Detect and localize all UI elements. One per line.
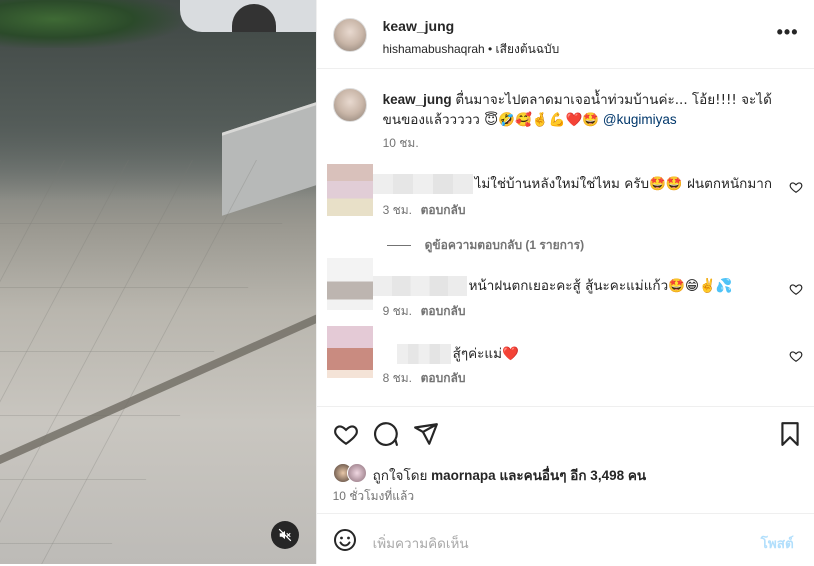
caption-username[interactable]: keaw_jung: [383, 92, 452, 107]
comment-2-text: หน้าฝนตกเยอะคะสู้ สู้นะคะแม่แก้ว🤩😁✌️💦: [468, 278, 733, 294]
comment-avatar[interactable]: [326, 258, 373, 310]
likes-others-count[interactable]: และคนอื่นๆ อีก 3,498 คน: [499, 468, 646, 483]
post-actions-section: ถูกใจโดย maornapa และคนอื่นๆ อีก 3,498 ค…: [316, 406, 814, 566]
author-avatar[interactable]: [332, 18, 367, 52]
caption-avatar[interactable]: [332, 88, 367, 122]
video-frame-plants: [0, 0, 180, 48]
comment-3-like-icon[interactable]: [789, 349, 803, 363]
emoji-icon[interactable]: [333, 528, 357, 552]
instagram-post-modal: keaw_jung hishamabushaqrah • เสียงต้นฉบั…: [0, 0, 814, 564]
comment-icon[interactable]: [373, 421, 399, 447]
post-caption: keaw_jung ตื่นมาจะไปตลาดมาเจอน้ำท่วมบ้าน…: [383, 90, 783, 130]
heart-icon[interactable]: [333, 421, 359, 447]
comment-1-text: ไม่ใช่บ้านหลังใหม่ใช่ไหม ครับ🤩🤩 ฝนตกหนัก…: [474, 176, 773, 192]
comment-2-time: 9 ชม.: [382, 304, 413, 318]
comment-username-redacted[interactable]: [372, 276, 467, 296]
video-frame-tiles: [0, 160, 316, 564]
post-video[interactable]: [0, 0, 316, 564]
comment-3-text: สู้ๆค่ะแม่❤️: [452, 346, 519, 362]
view-replies-label: ดูข้อความตอบกลับ (1 รายการ): [424, 238, 585, 252]
caption-time: 10 ชม.: [382, 136, 419, 150]
share-icon[interactable]: [413, 421, 439, 447]
comment-1-like-icon[interactable]: [789, 180, 803, 194]
likes-prefix: ถูกใจโดย: [372, 468, 428, 483]
likes-summary: ถูกใจโดย maornapa และคนอื่นๆ อีก 3,498 ค…: [373, 464, 647, 486]
comment-avatar[interactable]: [326, 164, 373, 216]
comment-2: หน้าฝนตกเยอะคะสู้ สู้นะคะแม่แก้ว🤩😁✌️💦: [372, 274, 733, 296]
comment-1-time: 3 ชม.: [382, 203, 413, 217]
comment-2-reply-button[interactable]: ตอบกลับ: [421, 302, 466, 321]
post-details-panel: keaw_jung hishamabushaqrah • เสียงต้นฉบั…: [315, 0, 814, 566]
likes-user[interactable]: maornapa: [431, 468, 496, 483]
comment-3-time: 8 ชม.: [382, 371, 413, 385]
audio-attribution[interactable]: hishamabushaqrah • เสียงต้นฉบับ: [383, 40, 560, 59]
post-header: keaw_jung hishamabushaqrah • เสียงต้นฉบั…: [316, 0, 814, 69]
mute-button[interactable]: [271, 521, 299, 549]
comment-3-reply-button[interactable]: ตอบกลับ: [421, 369, 466, 388]
view-replies-button[interactable]: ดูข้อความตอบกลับ (1 รายการ): [386, 236, 585, 255]
post-time[interactable]: 10 ชั่วโมงที่แล้ว: [333, 487, 415, 506]
comment-2-like-icon[interactable]: [789, 282, 803, 296]
post-comment-button[interactable]: โพสต์: [761, 532, 794, 554]
comment-avatar[interactable]: [326, 326, 373, 378]
comment-3: สู้ๆค่ะแม่❤️: [396, 342, 519, 364]
add-comment-bar: เพิ่มความคิดเห็น โพสต์: [316, 513, 814, 566]
comment-username-redacted[interactable]: [372, 174, 473, 194]
caption-mention[interactable]: @kugimiyas: [603, 112, 677, 127]
comment-input[interactable]: เพิ่มความคิดเห็น: [373, 532, 469, 554]
video-frame-car: [180, 0, 316, 32]
speaker-muted-icon: [278, 528, 292, 542]
comment-1-reply-button[interactable]: ตอบกลับ: [421, 201, 466, 220]
comment-username-redacted[interactable]: [396, 344, 451, 364]
more-options-icon[interactable]: •••: [777, 22, 799, 43]
comment-1: ไม่ใช่บ้านหลังใหม่ใช่ไหม ครับ🤩🤩 ฝนตกหนัก…: [372, 172, 773, 194]
save-bookmark-icon[interactable]: [777, 421, 803, 447]
liker-avatar[interactable]: [346, 463, 367, 483]
author-username[interactable]: keaw_jung: [383, 18, 455, 34]
